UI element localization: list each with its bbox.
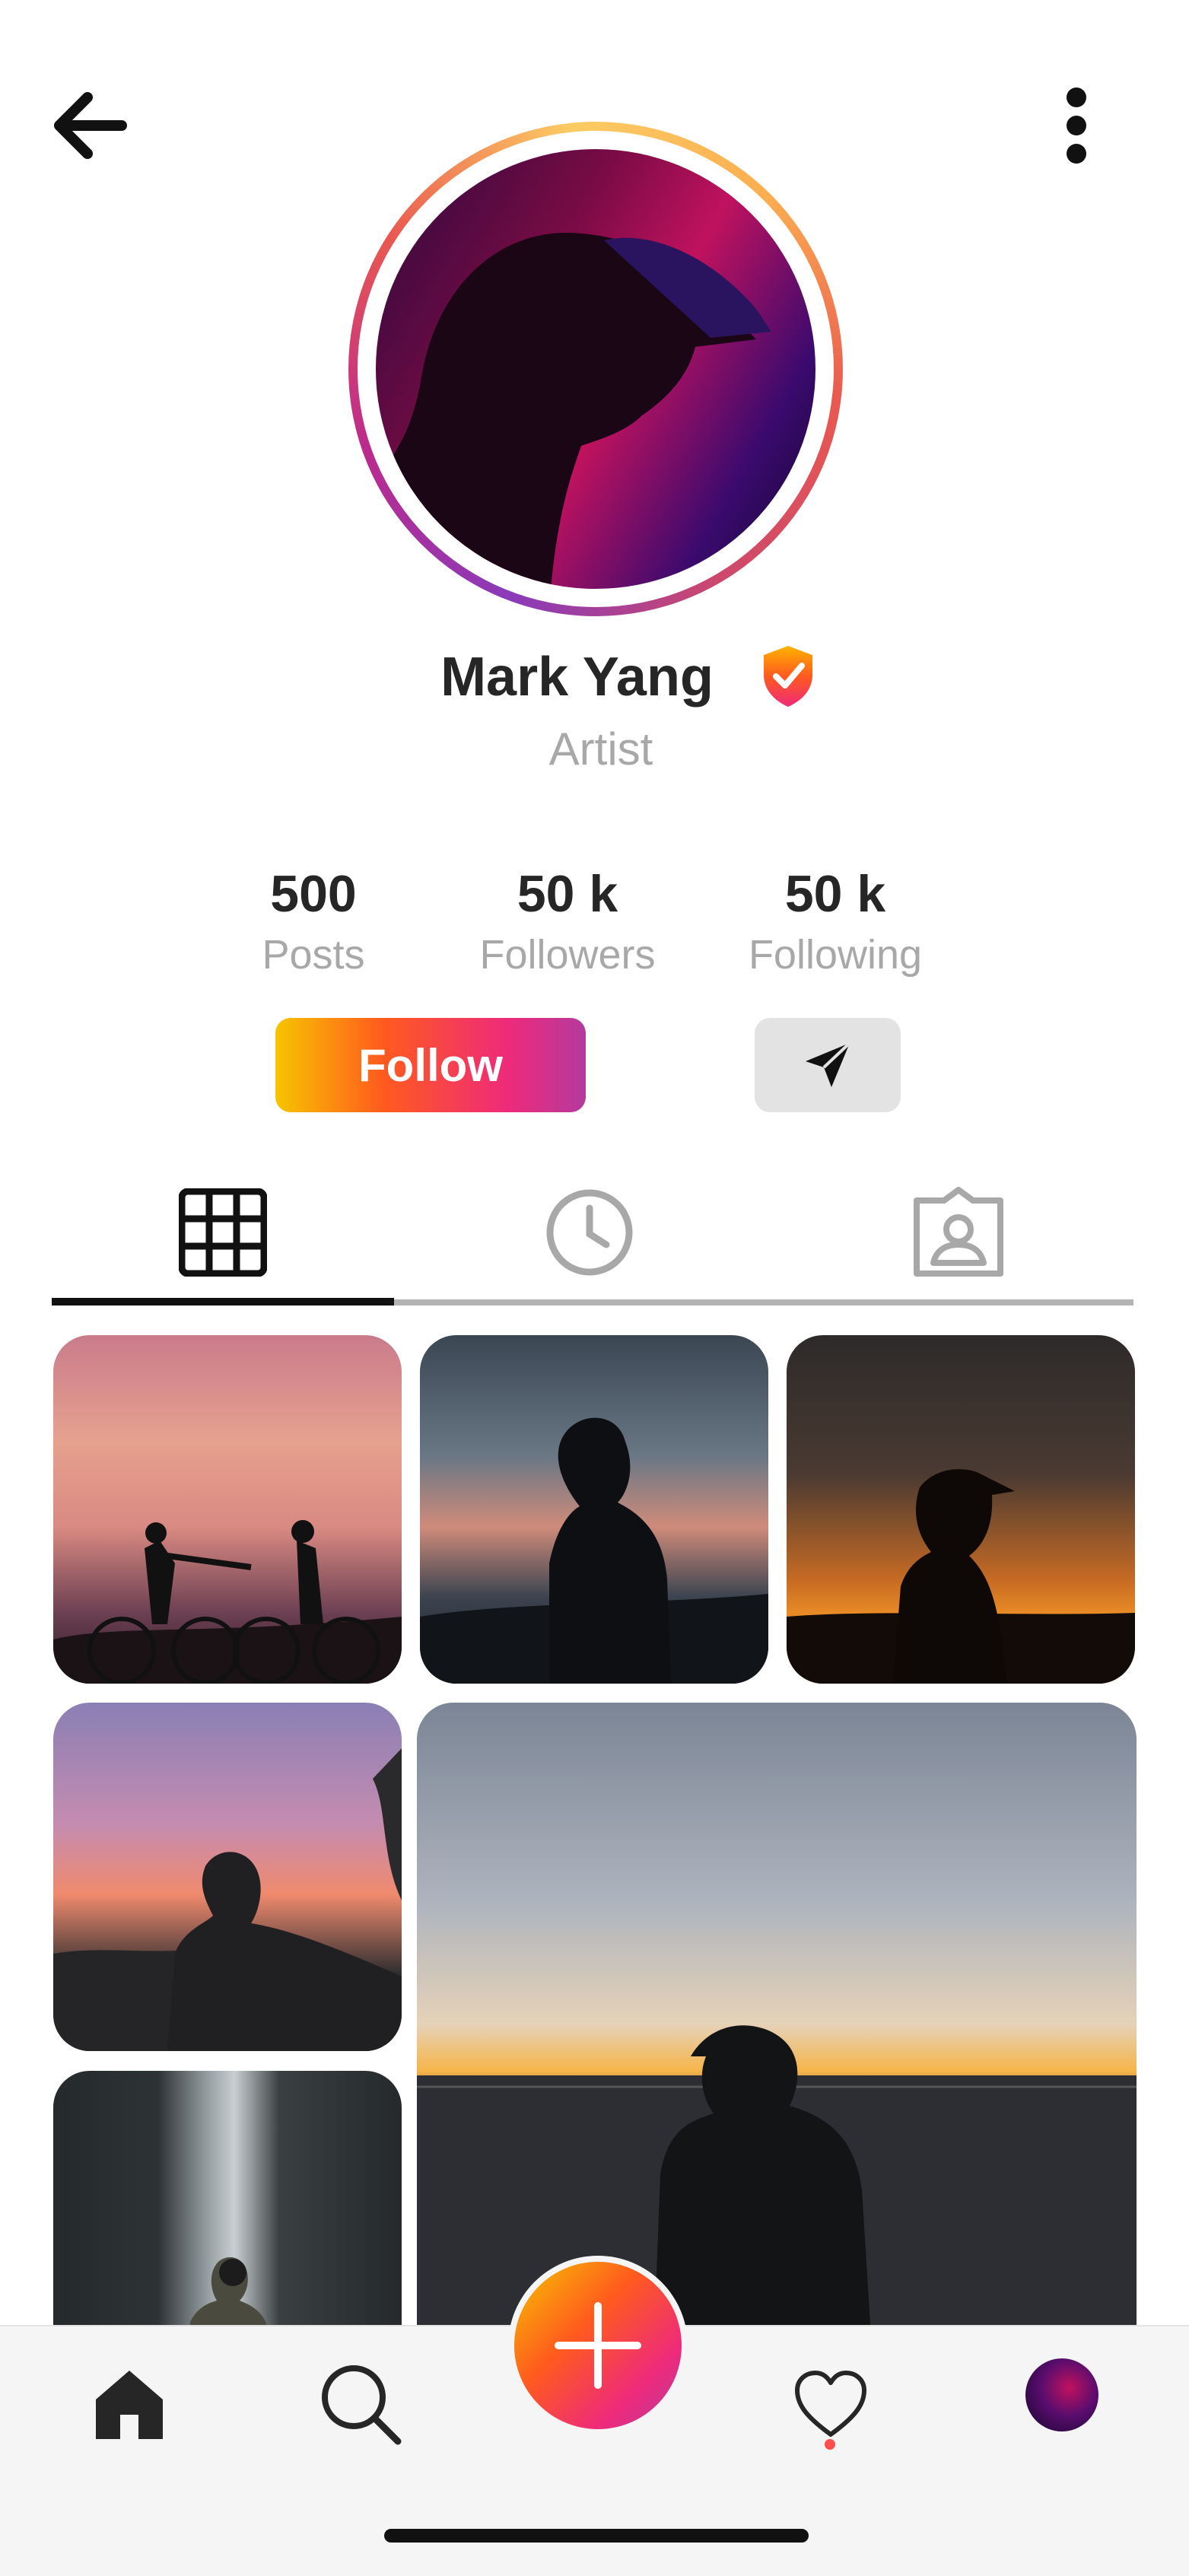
message-button[interactable]: [755, 1018, 901, 1112]
more-options-button[interactable]: [1042, 76, 1111, 175]
create-post-button[interactable]: [514, 2262, 682, 2429]
tagged-user-icon: [914, 1187, 1003, 1277]
send-icon: [806, 1042, 851, 1087]
stat-posts-value: 500: [270, 865, 357, 923]
arrow-left-icon: [54, 92, 127, 159]
back-button[interactable]: [46, 84, 137, 167]
stat-following-value: 50 k: [784, 865, 886, 923]
post-thumbnail[interactable]: [787, 1335, 1135, 1684]
more-vertical-icon: [1067, 87, 1086, 164]
post-thumbnail[interactable]: [420, 1335, 768, 1684]
post-thumbnail[interactable]: [53, 1335, 402, 1684]
nav-home[interactable]: [76, 2351, 183, 2457]
profile-avatar-large[interactable]: [348, 122, 843, 616]
stat-following-label: Following: [748, 932, 923, 978]
stat-posts-label: Posts: [262, 932, 365, 978]
profile-role: Artist: [548, 724, 653, 774]
profile-name: Mark Yang: [440, 647, 714, 708]
name-row: Mark Yang: [0, 639, 1189, 715]
stat-followers-value: 50 k: [517, 865, 618, 923]
heart-icon: [795, 2371, 866, 2437]
nav-profile-avatar[interactable]: [1025, 2358, 1098, 2431]
tab-grid[interactable]: [109, 1175, 337, 1290]
tab-tagged[interactable]: [844, 1175, 1073, 1290]
stat-followers-label: Followers: [479, 932, 656, 978]
nav-search[interactable]: [307, 2351, 414, 2457]
stat-followers[interactable]: 50 k Followers: [446, 860, 689, 981]
tab-recent[interactable]: [475, 1175, 704, 1290]
home-icon: [96, 2371, 163, 2439]
avatar-image: [376, 149, 815, 589]
stat-posts[interactable]: 500 Posts: [192, 860, 435, 981]
post-thumbnail[interactable]: [53, 1703, 402, 2051]
stat-following[interactable]: 50 k Following: [714, 860, 957, 981]
post-thumbnail[interactable]: [417, 1703, 1137, 2372]
search-icon: [322, 2365, 402, 2445]
follow-button[interactable]: Follow: [275, 1018, 586, 1112]
plus-icon: [555, 2302, 641, 2389]
notification-dot: [825, 2439, 835, 2450]
grid-icon: [179, 1188, 267, 1277]
tab-active-indicator: [52, 1298, 394, 1305]
verified-shield-icon: [759, 643, 817, 712]
home-indicator: [384, 2529, 809, 2543]
clock-icon: [546, 1189, 633, 1276]
